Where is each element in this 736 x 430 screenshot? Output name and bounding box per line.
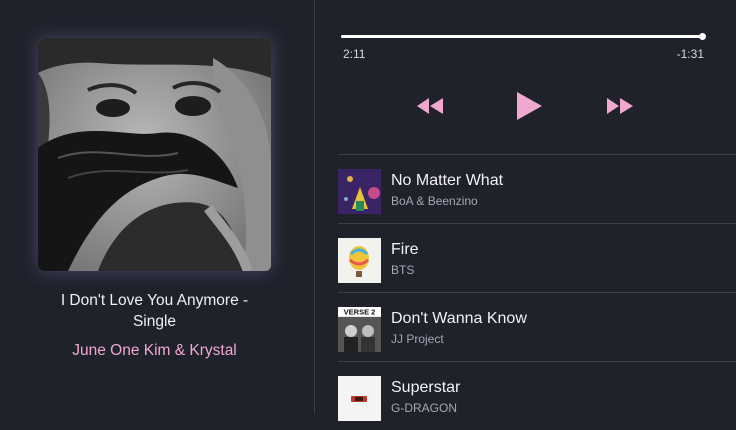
track-artist: JJ Project	[391, 332, 444, 346]
progress-bar[interactable]	[341, 33, 707, 40]
album-artwork	[38, 38, 271, 271]
track-title: Superstar	[391, 379, 461, 396]
track-artist: G-DRAGON	[391, 401, 457, 415]
player-panel: 2:11 -1:31 No Matter What BoA & Beenzino…	[315, 0, 736, 421]
up-next-list: No Matter What BoA & Beenzino Fire BTS V…	[338, 154, 736, 430]
track-artwork	[338, 169, 381, 214]
track-title: Don't Wanna Know	[391, 310, 527, 327]
album-title: I Don't Love You Anymore - Single	[60, 292, 249, 330]
now-playing-panel: I Don't Love You Anymore - Single June O…	[0, 0, 314, 414]
fast-forward-icon	[607, 98, 633, 114]
album-artist[interactable]: June One Kim & Krystal	[38, 342, 271, 360]
track-row[interactable]: No Matter What BoA & Beenzino	[338, 154, 736, 223]
rewind-icon	[417, 98, 443, 114]
rewind-button[interactable]	[415, 96, 445, 116]
track-row[interactable]: Fire BTS	[338, 223, 736, 292]
play-icon	[517, 92, 542, 120]
progress-fill	[341, 35, 703, 38]
track-artwork: VERSE 2	[338, 307, 381, 352]
remaining-time: -1:31	[676, 47, 704, 61]
album-art-text: VERSE 2	[344, 308, 376, 317]
track-artist: BoA & Beenzino	[391, 194, 478, 208]
track-title: No Matter What	[391, 172, 504, 189]
track-title: Fire	[391, 241, 419, 258]
track-artwork	[338, 376, 381, 421]
play-button[interactable]	[515, 91, 543, 121]
track-artwork	[338, 238, 381, 283]
elapsed-time: 2:11	[343, 47, 366, 61]
track-row[interactable]: Superstar G-DRAGON	[338, 361, 736, 430]
track-row[interactable]: VERSE 2 Don't Wanna Know JJ Project	[338, 292, 736, 361]
progress-knob[interactable]	[699, 33, 707, 40]
track-artist: BTS	[391, 263, 415, 277]
fast-forward-button[interactable]	[605, 96, 635, 116]
